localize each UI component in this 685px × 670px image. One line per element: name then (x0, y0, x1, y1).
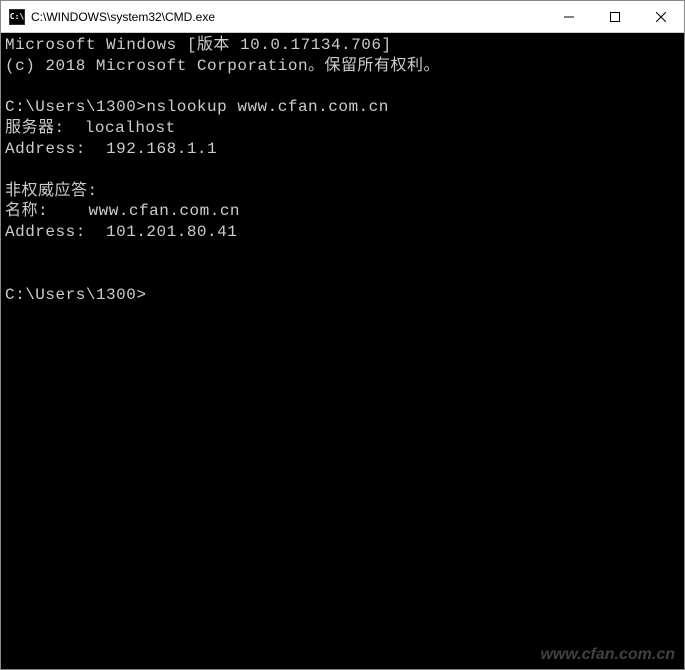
titlebar[interactable]: C:\ C:\WINDOWS\system32\CMD.exe (1, 1, 684, 33)
maximize-button[interactable] (592, 1, 638, 32)
maximize-icon (610, 12, 620, 22)
minimize-button[interactable] (546, 1, 592, 32)
close-icon (656, 12, 666, 22)
close-button[interactable] (638, 1, 684, 32)
terminal-output[interactable]: Microsoft Windows [版本 10.0.17134.706] (c… (1, 33, 684, 669)
app-icon: C:\ (9, 9, 25, 25)
window-controls (546, 1, 684, 32)
window-title: C:\WINDOWS\system32\CMD.exe (31, 10, 546, 24)
minimize-icon (564, 12, 574, 22)
cmd-window: C:\ C:\WINDOWS\system32\CMD.exe Microsof… (0, 0, 685, 670)
